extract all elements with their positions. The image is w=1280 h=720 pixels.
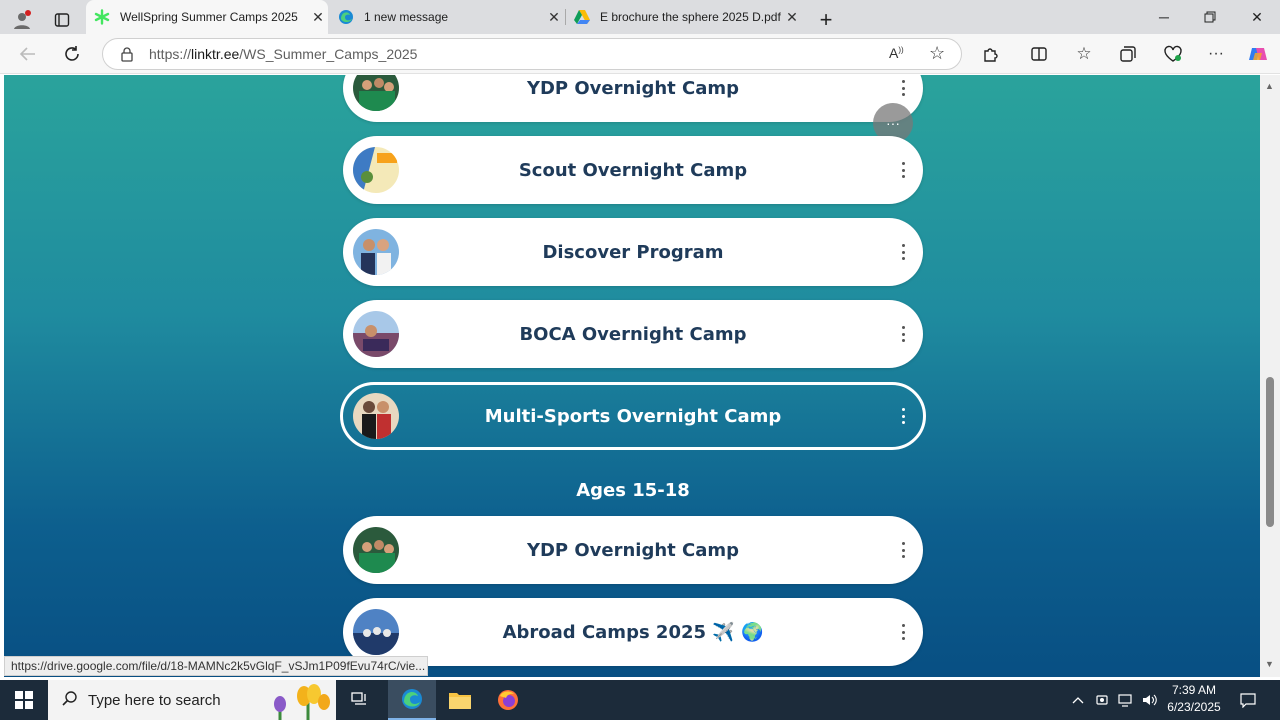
favorites-icon[interactable]: ☆ (1070, 40, 1098, 68)
favorite-star-icon[interactable]: ☆ (929, 43, 945, 64)
show-hidden-icons[interactable] (1068, 680, 1088, 720)
close-tab-icon[interactable]: ✕ (782, 9, 802, 26)
link-thumbnail (353, 609, 399, 655)
status-bar-url: https://drive.google.com/file/d/18-MAMNc… (4, 656, 428, 676)
link-thumbnail (353, 527, 399, 573)
address-bar[interactable]: https://linktr.ee/WS_Summer_Camps_2025 A… (102, 38, 962, 70)
network-icon[interactable] (1116, 680, 1136, 720)
link-label: YDP Overnight Camp (526, 77, 740, 99)
start-button[interactable] (0, 680, 48, 720)
windows-taskbar: Type here to search 7:39 AM 6/23/2025 (0, 680, 1280, 720)
section-heading: Ages 15-18 (576, 480, 690, 501)
google-drive-icon (574, 9, 590, 25)
clock-time: 7:39 AM (1171, 683, 1217, 697)
search-icon (62, 690, 78, 710)
link-label: YDP Overnight Camp (526, 539, 740, 561)
scroll-down-icon[interactable]: ▼ (1265, 659, 1274, 669)
back-button[interactable] (14, 40, 42, 68)
tab-title: 1 new message (364, 10, 449, 24)
scrollbar-thumb[interactable] (1266, 377, 1274, 527)
clock-date: 6/23/2025 (1167, 700, 1221, 714)
tab-wellspring[interactable]: WellSpring Summer Camps 2025 ✕ (86, 0, 328, 34)
edge-icon (338, 9, 354, 25)
link-label: BOCA Overnight Camp (519, 323, 747, 345)
browser-toolbar: https://linktr.ee/WS_Summer_Camps_2025 A… (0, 34, 1280, 74)
edge-taskbar-icon[interactable] (388, 680, 436, 720)
more-options-icon[interactable] (899, 624, 907, 640)
link-thumbnail (353, 393, 399, 439)
settings-more-icon[interactable]: ··· (1202, 40, 1230, 68)
scroll-up-icon[interactable]: ▲ (1265, 81, 1274, 91)
tab-drive[interactable]: E brochure the sphere 2025 D.pdf ✕ (566, 0, 802, 34)
link-label: Discover Program (542, 241, 724, 263)
more-options-icon[interactable] (899, 80, 907, 96)
minimize-button[interactable]: ─ (1141, 0, 1187, 34)
taskbar-clock[interactable]: 7:39 AM 6/23/2025 (1160, 682, 1228, 716)
browser-tab-strip: WellSpring Summer Camps 2025 ✕ 1 new mes… (0, 0, 1280, 34)
more-options-icon[interactable] (899, 162, 907, 178)
page-scrollbar[interactable]: ▲ ▼ (1260, 75, 1280, 677)
close-tab-icon[interactable]: ✕ (544, 9, 564, 26)
link-thumbnail (353, 229, 399, 275)
extensions-icon[interactable] (977, 40, 1005, 68)
taskbar-search[interactable]: Type here to search (48, 680, 336, 720)
refresh-button[interactable] (58, 40, 86, 68)
link-label: Abroad Camps 2025 ✈️ 🌍 (502, 621, 764, 643)
link-scout-overnight-camp[interactable]: Scout Overnight Camp (343, 136, 923, 204)
linktree-icon (94, 9, 110, 25)
linktree-page: YDP Overnight Camp ··· Scout Overnight C… (4, 75, 1260, 677)
tab-title: WellSpring Summer Camps 2025 (120, 10, 298, 24)
firefox-icon[interactable] (484, 680, 532, 720)
meet-now-icon[interactable] (1092, 680, 1112, 720)
collections-icon[interactable] (1114, 40, 1142, 68)
notifications-icon[interactable] (1236, 680, 1260, 720)
link-thumbnail (353, 311, 399, 357)
close-window-button[interactable]: ✕ (1234, 0, 1280, 34)
more-options-icon[interactable] (899, 326, 907, 342)
link-thumbnail (353, 75, 399, 111)
read-aloud-icon[interactable]: A)) (889, 45, 904, 61)
tab-mail[interactable]: 1 new message ✕ (330, 0, 564, 34)
link-multi-sports-overnight-camp[interactable]: Multi-Sports Overnight Camp (340, 382, 926, 450)
file-explorer-icon[interactable] (436, 680, 484, 720)
url-text: https://linktr.ee/WS_Summer_Camps_2025 (149, 46, 418, 62)
link-ydp-overnight-camp-teens[interactable]: YDP Overnight Camp (343, 516, 923, 584)
link-discover-program[interactable]: Discover Program (343, 218, 923, 286)
link-label: Scout Overnight Camp (518, 159, 748, 181)
search-placeholder: Type here to search (88, 691, 221, 709)
link-thumbnail (353, 147, 399, 193)
volume-icon[interactable] (1140, 680, 1160, 720)
split-screen-icon[interactable] (1025, 40, 1053, 68)
copilot-icon[interactable] (1244, 40, 1272, 68)
link-ydp-overnight-camp[interactable]: YDP Overnight Camp (343, 75, 923, 122)
restore-button[interactable] (1187, 0, 1233, 34)
more-options-icon[interactable] (899, 542, 907, 558)
more-options-icon[interactable] (899, 244, 907, 260)
close-tab-icon[interactable]: ✕ (308, 9, 328, 26)
lock-icon[interactable] (119, 46, 135, 65)
link-boca-overnight-camp[interactable]: BOCA Overnight Camp (343, 300, 923, 368)
tab-title: E brochure the sphere 2025 D.pdf (600, 10, 781, 24)
browser-essentials-icon[interactable] (1159, 40, 1187, 68)
task-view-icon[interactable] (344, 680, 376, 720)
link-label: Multi-Sports Overnight Camp (484, 405, 782, 427)
link-abroad-camps-2025[interactable]: Abroad Camps 2025 ✈️ 🌍 (343, 598, 923, 666)
tulip-decoration-icon (260, 682, 336, 720)
more-options-icon[interactable] (899, 408, 907, 424)
